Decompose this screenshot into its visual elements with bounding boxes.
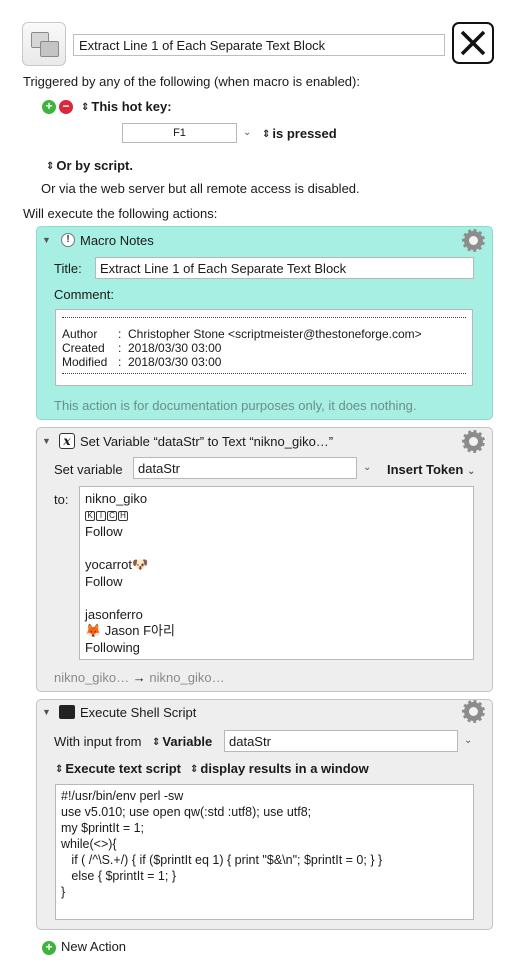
disclosure-triangle-icon[interactable]: ▼ <box>42 436 51 446</box>
macro-icon <box>22 22 66 66</box>
hotkey-field[interactable]: F1 <box>122 123 237 143</box>
add-trigger-icon[interactable]: + <box>42 100 56 114</box>
chevron-down-icon: ⌄ <box>466 466 476 477</box>
to-label: to: <box>54 492 69 507</box>
remove-trigger-icon[interactable]: − <box>59 100 73 114</box>
macro-name-field[interactable]: Extract Line 1 of Each Separate Text Blo… <box>73 34 445 56</box>
result-preview: nikno_giko… → nikno_giko… <box>54 670 225 685</box>
updown-icon: ⇕ <box>46 160 55 172</box>
script-trigger-select[interactable]: ⇕ Or by script. <box>46 158 133 173</box>
input-from-label: With input from <box>54 734 142 749</box>
web-server-note: Or via the web server but all remote acc… <box>41 181 360 196</box>
updown-icon: ⇕ <box>81 101 90 113</box>
title-label: Title: <box>54 261 82 276</box>
insert-token-menu[interactable]: Insert Token ⌄ <box>387 462 475 477</box>
variable-x-icon: x <box>59 433 75 449</box>
author-value: Christopher Stone <scriptmeister@theston… <box>128 327 422 341</box>
input-variable-field[interactable]: dataStr <box>224 730 458 752</box>
script-text-field[interactable]: #!/usr/bin/env perl -sw use v5.010; use … <box>55 784 474 920</box>
terminal-icon <box>59 705 75 719</box>
chevron-down-icon[interactable]: ⌄ <box>363 462 371 473</box>
disclosure-triangle-icon[interactable]: ▼ <box>42 235 51 245</box>
variable-name-field[interactable]: dataStr <box>133 457 357 479</box>
updown-icon: ⇕ <box>262 128 271 140</box>
trigger-intro: Triggered by any of the following (when … <box>23 74 360 89</box>
gear-icon[interactable] <box>462 229 485 252</box>
action-header: Set Variable “dataStr” to Text “nikno_gi… <box>80 434 334 449</box>
new-action-button[interactable]: New Action <box>61 939 126 954</box>
chevron-down-icon[interactable]: ⌄ <box>464 735 472 746</box>
disclosure-triangle-icon[interactable]: ▼ <box>42 707 51 717</box>
created-value: 2018/03/30 03:00 <box>128 341 222 355</box>
modified-label: Modified <box>62 355 108 369</box>
keycap-glyphs: KICH <box>85 508 468 525</box>
hotkey-trigger-select[interactable]: ⇕ This hot key: <box>81 99 172 114</box>
chevron-down-icon[interactable]: ⌄ <box>243 127 251 138</box>
add-action-icon[interactable]: + <box>42 941 56 955</box>
is-pressed-select[interactable]: ⇕ is pressed <box>262 126 337 141</box>
script-output-select[interactable]: ⇕ display results in a window <box>190 761 369 776</box>
comment-field[interactable]: Author : Christopher Stone <scriptmeiste… <box>55 309 473 386</box>
notes-footer: This action is for documentation purpose… <box>54 398 417 413</box>
updown-icon: ⇕ <box>55 763 64 775</box>
actions-intro: Will execute the following actions: <box>23 206 218 221</box>
updown-icon: ⇕ <box>190 763 199 775</box>
updown-icon: ⇕ <box>152 736 161 748</box>
gear-icon[interactable] <box>462 430 485 453</box>
notes-title-field[interactable]: Extract Line 1 of Each Separate Text Blo… <box>95 257 474 279</box>
script-mode-select[interactable]: ⇕ Execute text script <box>55 761 181 776</box>
gear-icon[interactable] <box>462 700 485 723</box>
text-value-field[interactable]: nikno_giko KICH Follow yocarrot🐶 Follow … <box>79 486 474 660</box>
comment-label: Comment: <box>54 287 114 302</box>
input-source-select[interactable]: ⇕ Variable <box>152 734 212 749</box>
action-header: Macro Notes <box>80 233 154 248</box>
set-variable-label: Set variable <box>54 462 123 477</box>
modified-value: 2018/03/30 03:00 <box>128 355 222 369</box>
notes-icon: ! <box>61 233 75 247</box>
author-label: Author <box>62 327 98 341</box>
close-icon[interactable] <box>452 22 494 64</box>
action-header: Execute Shell Script <box>80 705 197 720</box>
created-label: Created <box>62 341 105 355</box>
